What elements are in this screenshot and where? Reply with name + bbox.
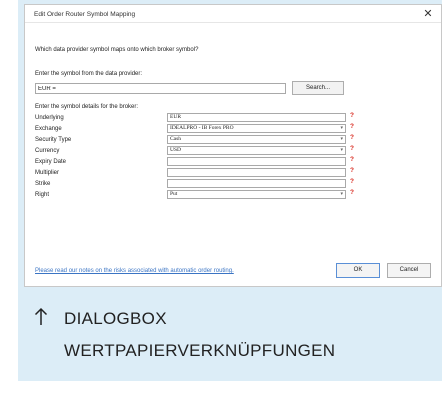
expiry-date-field[interactable] [167, 157, 346, 166]
right-label: Right [35, 192, 50, 198]
dialog-titlebar: Edit Order Router Symbol Mapping ✕ [25, 5, 441, 23]
underlying-value: EUR [170, 114, 181, 120]
chevron-down-icon: ▾ [340, 148, 343, 153]
right-value: Put [170, 191, 178, 197]
security-type-dropdown[interactable]: Cash ▾ [167, 135, 346, 144]
required-marker: ? [350, 156, 354, 163]
chevron-down-icon: ▾ [340, 126, 343, 131]
required-marker: ? [350, 189, 354, 196]
currency-dropdown[interactable]: USD ▾ [167, 146, 346, 155]
caption-line-2: WERTPAPIERVERKNÜPFUNGEN [64, 341, 336, 360]
currency-label: Currency [35, 148, 60, 154]
required-marker: ? [350, 134, 354, 141]
broker-details-label: Enter the symbol details for the broker: [35, 104, 139, 110]
close-icon[interactable]: ✕ [421, 7, 435, 21]
exchange-dropdown[interactable]: IDEALPRO - IB Forex PRO ▾ [167, 124, 346, 133]
strike-field[interactable] [167, 179, 346, 188]
symbol-mapping-dialog: Edit Order Router Symbol Mapping ✕ Which… [24, 4, 442, 287]
caption-line-1: DIALOGBOX [64, 309, 167, 328]
required-marker: ? [350, 167, 354, 174]
security-type-value: Cash [170, 136, 181, 142]
required-marker: ? [350, 145, 354, 152]
required-marker: ? [350, 178, 354, 185]
multiplier-label: Multiplier [35, 170, 60, 176]
chevron-down-icon: ▾ [340, 137, 343, 142]
search-button[interactable]: Search... [292, 81, 344, 95]
security-type-label: Security Type [35, 137, 72, 143]
required-marker: ? [350, 112, 354, 119]
dialog-title: Edit Order Router Symbol Mapping [34, 11, 136, 18]
exchange-value: IDEALPRO - IB Forex PRO [170, 125, 234, 131]
ok-button[interactable]: OK [336, 263, 380, 278]
provider-symbol-input[interactable] [35, 83, 286, 94]
provider-symbol-label: Enter the symbol from the data provider: [35, 71, 143, 77]
underlying-label: Underlying [35, 115, 64, 121]
right-dropdown[interactable]: Put ▾ [167, 190, 346, 199]
exchange-label: Exchange [35, 126, 62, 132]
risk-notes-link[interactable]: Please read our notes on the risks assoc… [35, 268, 234, 274]
mapping-question: Which data provider symbol maps onto whi… [35, 47, 199, 53]
chevron-down-icon: ▾ [340, 192, 343, 197]
currency-value: USD [170, 147, 182, 153]
expiry-date-label: Expiry Date [35, 159, 67, 165]
cancel-button[interactable]: Cancel [387, 263, 431, 278]
required-marker: ? [350, 123, 354, 130]
arrow-up-icon [34, 307, 48, 325]
underlying-field[interactable]: EUR [167, 113, 346, 122]
multiplier-field[interactable] [167, 168, 346, 177]
strike-label: Strike [35, 181, 51, 187]
